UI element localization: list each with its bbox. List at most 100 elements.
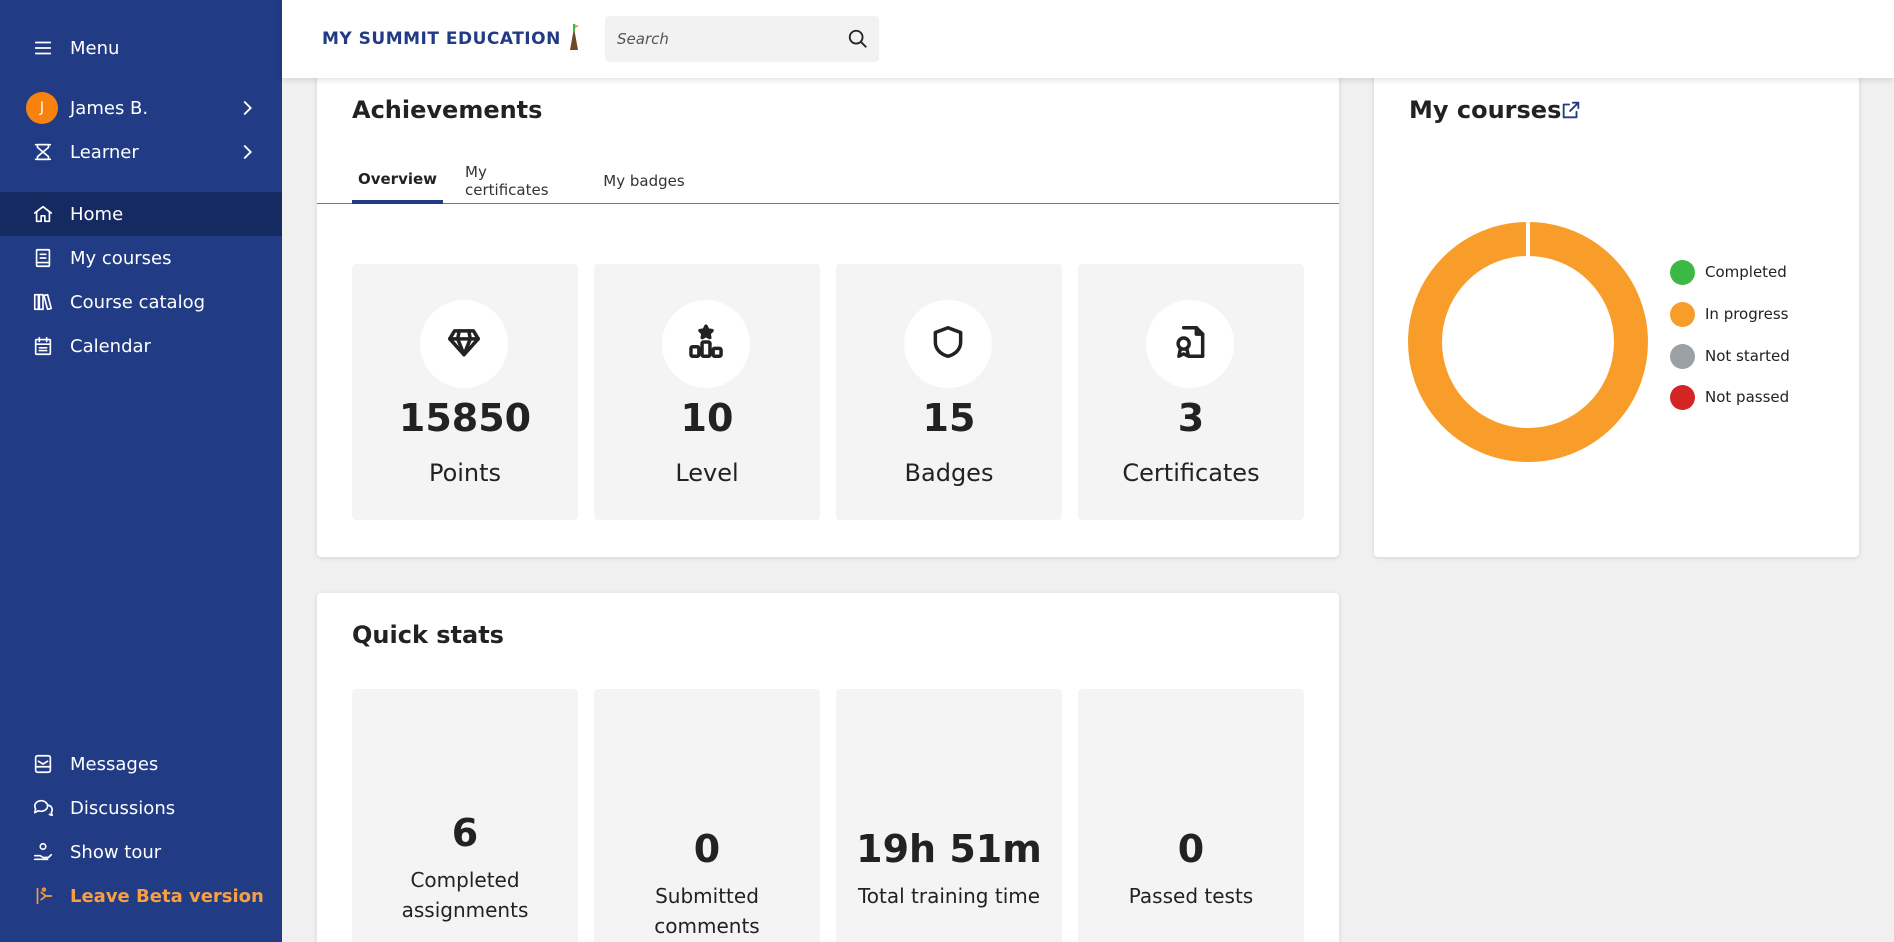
- my-courses-title: My courses: [1409, 96, 1562, 124]
- my-courses-card: My courses Completed In progress Not sta…: [1374, 60, 1859, 557]
- tab-my-certificates[interactable]: My certificates: [465, 158, 573, 204]
- achievements-card: Achievements Overview My certificates My…: [317, 60, 1339, 557]
- sidebar-item-label: Discussions: [70, 797, 176, 819]
- role-label: Learner: [70, 141, 139, 163]
- search-bar: [605, 16, 879, 62]
- stat-badges: 15 Badges: [836, 264, 1062, 520]
- sidebar-item-label: Calendar: [70, 335, 151, 357]
- book-icon: [32, 247, 54, 269]
- stat-value: 15: [922, 396, 976, 440]
- certificate-icon: [1171, 323, 1209, 365]
- quick-stat-value: 0: [1177, 827, 1205, 871]
- quick-stat-total-training-time: 19h 51m Total training time: [836, 689, 1062, 942]
- legend-label: In progress: [1705, 305, 1789, 323]
- diamond-icon: [445, 323, 483, 365]
- sidebar-item-label: Home: [70, 203, 124, 225]
- legend-label: Not started: [1705, 347, 1790, 365]
- logo[interactable]: MY SUMMIT EDUCATION: [322, 22, 581, 56]
- podium-icon: [687, 323, 725, 365]
- tab-overview[interactable]: Overview: [352, 158, 443, 204]
- chat-icon: [32, 797, 54, 819]
- stat-icon-wrap: [420, 300, 508, 388]
- legend-dot: [1670, 384, 1695, 410]
- quick-stat-passed-tests: 0 Passed tests: [1078, 689, 1304, 942]
- sidebar-item-course-catalog[interactable]: Course catalog: [0, 280, 282, 324]
- donut-slice-in-progress: [1408, 222, 1648, 462]
- courses-donut-chart: [1408, 222, 1648, 462]
- stat-label: Badges: [904, 459, 994, 487]
- tab-my-badges[interactable]: My badges: [603, 158, 685, 204]
- quick-stat-label: Total training time: [857, 884, 1041, 908]
- quick-stat-label: Completed assignments: [401, 868, 529, 922]
- catalog-icon: [32, 291, 54, 313]
- sidebar-item-my-courses[interactable]: My courses: [0, 236, 282, 280]
- legend-not-passed: Not passed: [1670, 384, 1789, 410]
- stat-label: Points: [428, 459, 502, 487]
- legend-completed: Completed: [1670, 259, 1787, 285]
- quick-stat-submitted-comments: 0 Submitted comments: [594, 689, 820, 942]
- achievements-title: Achievements: [352, 96, 543, 124]
- legend-dot: [1670, 343, 1695, 369]
- quick-stat-label: Submitted comments: [654, 884, 760, 938]
- sidebar-item-discussions[interactable]: Discussions: [0, 786, 282, 830]
- stat-icon-wrap: [1146, 300, 1234, 388]
- quick-stat-completed-assignments: 6 Completed assignments: [352, 689, 578, 942]
- stat-icon-wrap: [904, 300, 992, 388]
- sidebar-item-label: My courses: [70, 247, 172, 269]
- menu-toggle-button[interactable]: Menu: [0, 26, 282, 70]
- sidebar-item-label: Messages: [70, 753, 159, 775]
- stat-certificates: 3 Certificates: [1078, 264, 1304, 520]
- quick-stat-value: 19h 51m: [856, 827, 1042, 871]
- shield-icon: [929, 323, 967, 365]
- inbox-icon: [32, 753, 54, 775]
- user-name: James B.: [70, 97, 149, 119]
- quick-stat-value: 6: [451, 811, 479, 855]
- sidebar-item-home[interactable]: Home: [0, 192, 282, 236]
- menu-label: Menu: [70, 37, 120, 59]
- quick-stat-label: Passed tests: [1128, 884, 1254, 908]
- sidebar-item-calendar[interactable]: Calendar: [0, 324, 282, 368]
- legend-not-started: Not started: [1670, 343, 1790, 369]
- avatar: J: [26, 92, 58, 124]
- stat-icon-wrap: [662, 300, 750, 388]
- calendar-icon: [32, 335, 54, 357]
- legend-dot: [1670, 259, 1695, 285]
- home-icon: [32, 203, 54, 225]
- hand-icon: [32, 841, 54, 863]
- quick-stat-value: 0: [693, 827, 721, 871]
- stat-value: 3: [1177, 396, 1205, 440]
- learner-icon: [32, 141, 54, 163]
- user-profile-item[interactable]: J James B.: [0, 86, 282, 130]
- sidebar-item-label: Show tour: [70, 841, 162, 863]
- legend-dot: [1670, 301, 1695, 327]
- external-link-icon[interactable]: [1560, 99, 1582, 121]
- hamburger-icon: [32, 37, 54, 59]
- search-input[interactable]: [605, 16, 825, 62]
- search-icon[interactable]: [847, 28, 869, 50]
- legend-in-progress: In progress: [1670, 301, 1788, 327]
- chevron-right-icon: [236, 141, 258, 163]
- sidebar-item-label: Course catalog: [70, 291, 206, 313]
- stat-value: 10: [680, 396, 734, 440]
- role-switcher-item[interactable]: Learner: [0, 130, 282, 174]
- top-bar: MY SUMMIT EDUCATION: [282, 0, 1894, 78]
- summit-flag-icon: [567, 22, 581, 56]
- sidebar-item-label: Leave Beta version: [70, 885, 264, 907]
- logo-text: MY SUMMIT EDUCATION: [322, 29, 561, 49]
- stat-value: 15850: [398, 396, 532, 440]
- sidebar-item-leave-beta[interactable]: Leave Beta version: [0, 874, 282, 918]
- achievements-tabs: Overview My certificates My badges: [317, 158, 1339, 204]
- stat-label: Certificates: [1122, 459, 1260, 487]
- sidebar: Menu J James B. Learner Home My courses …: [0, 0, 282, 942]
- stat-points: 15850 Points: [352, 264, 578, 520]
- stat-label: Level: [675, 459, 739, 487]
- legend-label: Not passed: [1705, 388, 1790, 406]
- stat-level: 10 Level: [594, 264, 820, 520]
- chevron-right-icon: [236, 97, 258, 119]
- exit-icon: [32, 885, 54, 907]
- legend-label: Completed: [1705, 263, 1787, 281]
- sidebar-item-messages[interactable]: Messages: [0, 742, 282, 786]
- quick-stats-card: Quick stats 6 Completed assignments 0 Su…: [317, 593, 1339, 942]
- sidebar-item-show-tour[interactable]: Show tour: [0, 830, 282, 874]
- quick-stats-title: Quick stats: [352, 621, 504, 649]
